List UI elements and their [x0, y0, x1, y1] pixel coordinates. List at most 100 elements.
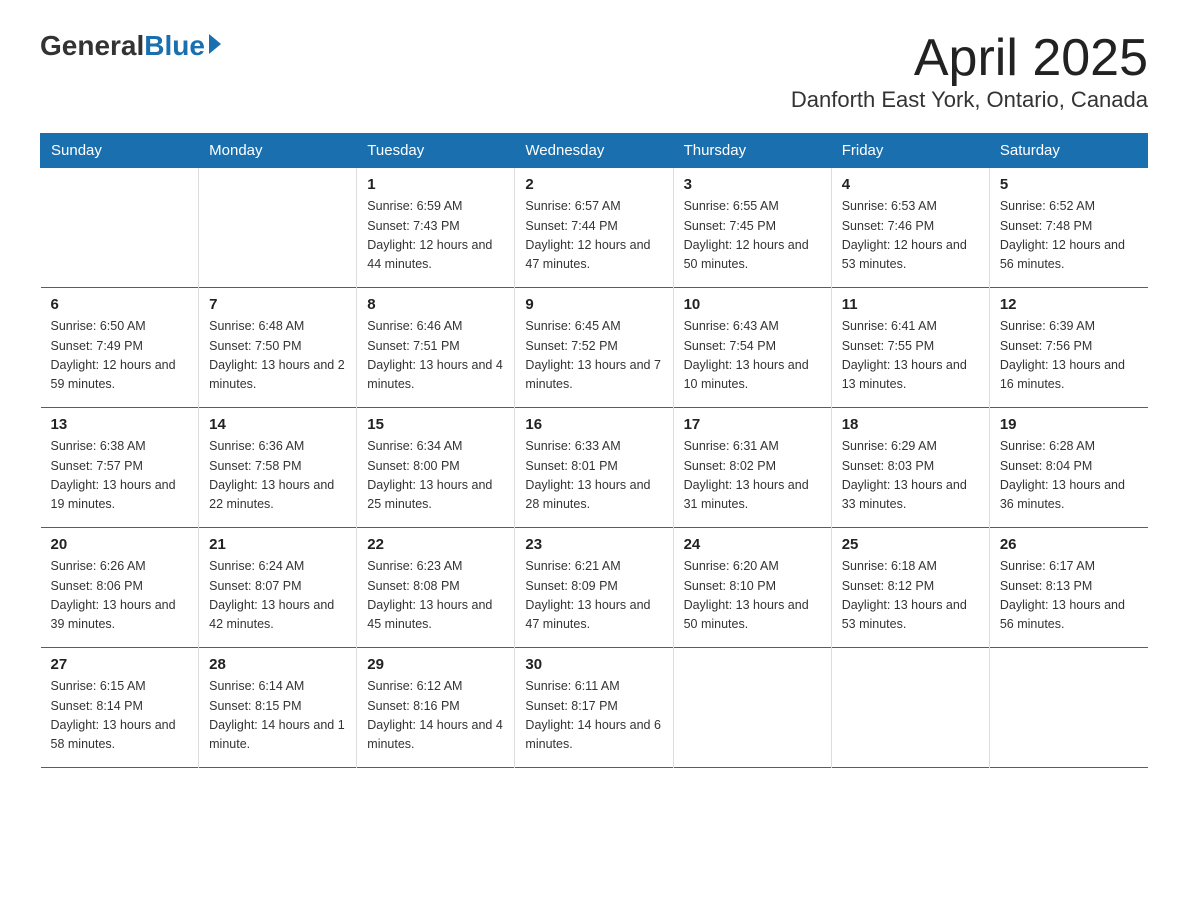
calendar-cell: 30Sunrise: 6:11 AM Sunset: 8:17 PM Dayli… — [515, 648, 673, 768]
day-number: 6 — [51, 296, 189, 313]
calendar-week-row: 13Sunrise: 6:38 AM Sunset: 7:57 PM Dayli… — [41, 408, 1148, 528]
calendar-cell: 29 Sunrise: 6:12 AM Sunset: 8:16 PM Dayli… — [357, 648, 515, 768]
day-number: 1 — [367, 176, 504, 193]
day-info: Sunrise: 6:57 AM Sunset: 7:44 PM Dayligh… — [525, 197, 662, 275]
day-info: Sunrise: 6:23 AM Sunset: 8:08 PM Dayligh… — [367, 557, 504, 635]
day-info: Sunrise: 6:39 AM Sunset: 7:56 PM Dayligh… — [1000, 317, 1138, 395]
day-number: 5 — [1000, 176, 1138, 193]
day-info: Sunrise: 6:38 AM Sunset: 7:57 PM Dayligh… — [51, 437, 189, 515]
day-number: 7 — [209, 296, 346, 313]
day-number: 26 — [1000, 536, 1138, 553]
day-number: 16 — [525, 416, 662, 433]
day-number: 17 — [684, 416, 821, 433]
day-number: 30 — [525, 656, 662, 673]
column-header-saturday: Saturday — [989, 134, 1147, 168]
calendar-cell: 9 Sunrise: 6:45 AM Sunset: 7:52 PM Daylig… — [515, 288, 673, 408]
day-number: 21 — [209, 536, 346, 553]
calendar-cell: 27Sunrise: 6:15 AM Sunset: 8:14 PM Dayli… — [41, 648, 199, 768]
day-number: 19 — [1000, 416, 1138, 433]
calendar-cell: 1 Sunrise: 6:59 AM Sunset: 7:43 PM Daylig… — [357, 168, 515, 288]
calendar-cell: 8 Sunrise: 6:46 AM Sunset: 7:51 PM Daylig… — [357, 288, 515, 408]
calendar-week-row: 1 Sunrise: 6:59 AM Sunset: 7:43 PM Daylig… — [41, 168, 1148, 288]
calendar-cell: 10 Sunrise: 6:43 AM Sunset: 7:54 PM Dayli… — [673, 288, 831, 408]
calendar-cell — [989, 648, 1147, 768]
day-number: 18 — [842, 416, 979, 433]
column-header-monday: Monday — [199, 134, 357, 168]
day-info: Sunrise: 6:34 AM Sunset: 8:00 PM Dayligh… — [367, 437, 504, 515]
calendar-cell: 22Sunrise: 6:23 AM Sunset: 8:08 PM Dayli… — [357, 528, 515, 648]
logo-blue-text: Blue — [144, 30, 205, 62]
day-info: Sunrise: 6:21 AM Sunset: 8:09 PM Dayligh… — [525, 557, 662, 635]
day-info: Sunrise: 6:15 AM Sunset: 8:14 PM Dayligh… — [51, 677, 189, 755]
day-info: Sunrise: 6:18 AM Sunset: 8:12 PM Dayligh… — [842, 557, 979, 635]
calendar-cell — [831, 648, 989, 768]
day-info: Sunrise: 6:50 AM Sunset: 7:49 PM Dayligh… — [51, 317, 189, 395]
day-info: Sunrise: 6:59 AM Sunset: 7:43 PM Dayligh… — [367, 197, 504, 275]
calendar-table: SundayMondayTuesdayWednesdayThursdayFrid… — [40, 133, 1148, 768]
day-number: 29 — [367, 656, 504, 673]
calendar-cell: 26 Sunrise: 6:17 AM Sunset: 8:13 PM Dayli… — [989, 528, 1147, 648]
calendar-cell: 12 Sunrise: 6:39 AM Sunset: 7:56 PM Dayli… — [989, 288, 1147, 408]
day-number: 20 — [51, 536, 189, 553]
calendar-cell — [673, 648, 831, 768]
calendar-cell: 18Sunrise: 6:29 AM Sunset: 8:03 PM Dayli… — [831, 408, 989, 528]
day-number: 11 — [842, 296, 979, 313]
calendar-cell — [41, 168, 199, 288]
day-info: Sunrise: 6:26 AM Sunset: 8:06 PM Dayligh… — [51, 557, 189, 635]
day-info: Sunrise: 6:43 AM Sunset: 7:54 PM Dayligh… — [684, 317, 821, 395]
calendar-cell: 25 Sunrise: 6:18 AM Sunset: 8:12 PM Dayli… — [831, 528, 989, 648]
day-info: Sunrise: 6:14 AM Sunset: 8:15 PM Dayligh… — [209, 677, 346, 755]
calendar-cell: 14Sunrise: 6:36 AM Sunset: 7:58 PM Dayli… — [199, 408, 357, 528]
day-number: 8 — [367, 296, 504, 313]
calendar-cell: 21 Sunrise: 6:24 AM Sunset: 8:07 PM Dayli… — [199, 528, 357, 648]
month-title: April 2025 — [791, 30, 1148, 87]
calendar-cell: 3Sunrise: 6:55 AM Sunset: 7:45 PM Daylig… — [673, 168, 831, 288]
day-info: Sunrise: 6:48 AM Sunset: 7:50 PM Dayligh… — [209, 317, 346, 395]
calendar-cell: 16 Sunrise: 6:33 AM Sunset: 8:01 PM Dayli… — [515, 408, 673, 528]
calendar-cell: 4Sunrise: 6:53 AM Sunset: 7:46 PM Daylig… — [831, 168, 989, 288]
calendar-week-row: 6 Sunrise: 6:50 AM Sunset: 7:49 PM Daylig… — [41, 288, 1148, 408]
calendar-cell: 15 Sunrise: 6:34 AM Sunset: 8:00 PM Dayli… — [357, 408, 515, 528]
day-number: 15 — [367, 416, 504, 433]
day-number: 23 — [525, 536, 662, 553]
calendar-cell: 20 Sunrise: 6:26 AM Sunset: 8:06 PM Dayli… — [41, 528, 199, 648]
title-section: April 2025 Danforth East York, Ontario, … — [791, 30, 1148, 113]
day-info: Sunrise: 6:24 AM Sunset: 8:07 PM Dayligh… — [209, 557, 346, 635]
calendar-cell: 7 Sunrise: 6:48 AM Sunset: 7:50 PM Daylig… — [199, 288, 357, 408]
column-header-wednesday: Wednesday — [515, 134, 673, 168]
calendar-cell: 28Sunrise: 6:14 AM Sunset: 8:15 PM Dayli… — [199, 648, 357, 768]
logo-general-text: General — [40, 30, 144, 62]
calendar-cell: 17Sunrise: 6:31 AM Sunset: 8:02 PM Dayli… — [673, 408, 831, 528]
day-info: Sunrise: 6:33 AM Sunset: 8:01 PM Dayligh… — [525, 437, 662, 515]
page-header: General Blue April 2025 Danforth East Yo… — [40, 30, 1148, 113]
calendar-week-row: 20 Sunrise: 6:26 AM Sunset: 8:06 PM Dayli… — [41, 528, 1148, 648]
day-number: 12 — [1000, 296, 1138, 313]
day-info: Sunrise: 6:20 AM Sunset: 8:10 PM Dayligh… — [684, 557, 821, 635]
column-header-friday: Friday — [831, 134, 989, 168]
day-info: Sunrise: 6:45 AM Sunset: 7:52 PM Dayligh… — [525, 317, 662, 395]
day-info: Sunrise: 6:12 AM Sunset: 8:16 PM Dayligh… — [367, 677, 504, 755]
calendar-cell: 13Sunrise: 6:38 AM Sunset: 7:57 PM Dayli… — [41, 408, 199, 528]
day-info: Sunrise: 6:46 AM Sunset: 7:51 PM Dayligh… — [367, 317, 504, 395]
calendar-week-row: 27Sunrise: 6:15 AM Sunset: 8:14 PM Dayli… — [41, 648, 1148, 768]
day-number: 24 — [684, 536, 821, 553]
day-number: 2 — [525, 176, 662, 193]
day-info: Sunrise: 6:52 AM Sunset: 7:48 PM Dayligh… — [1000, 197, 1138, 275]
calendar-cell: 2 Sunrise: 6:57 AM Sunset: 7:44 PM Daylig… — [515, 168, 673, 288]
column-header-sunday: Sunday — [41, 134, 199, 168]
logo: General Blue — [40, 30, 221, 62]
day-info: Sunrise: 6:41 AM Sunset: 7:55 PM Dayligh… — [842, 317, 979, 395]
day-number: 10 — [684, 296, 821, 313]
column-header-tuesday: Tuesday — [357, 134, 515, 168]
day-info: Sunrise: 6:17 AM Sunset: 8:13 PM Dayligh… — [1000, 557, 1138, 635]
calendar-cell: 5 Sunrise: 6:52 AM Sunset: 7:48 PM Daylig… — [989, 168, 1147, 288]
calendar-cell: 6 Sunrise: 6:50 AM Sunset: 7:49 PM Daylig… — [41, 288, 199, 408]
day-number: 9 — [525, 296, 662, 313]
location-title: Danforth East York, Ontario, Canada — [791, 87, 1148, 113]
day-number: 14 — [209, 416, 346, 433]
calendar-cell: 24 Sunrise: 6:20 AM Sunset: 8:10 PM Dayli… — [673, 528, 831, 648]
calendar-cell: 19Sunrise: 6:28 AM Sunset: 8:04 PM Dayli… — [989, 408, 1147, 528]
calendar-header-row: SundayMondayTuesdayWednesdayThursdayFrid… — [41, 134, 1148, 168]
day-number: 25 — [842, 536, 979, 553]
day-info: Sunrise: 6:55 AM Sunset: 7:45 PM Dayligh… — [684, 197, 821, 275]
